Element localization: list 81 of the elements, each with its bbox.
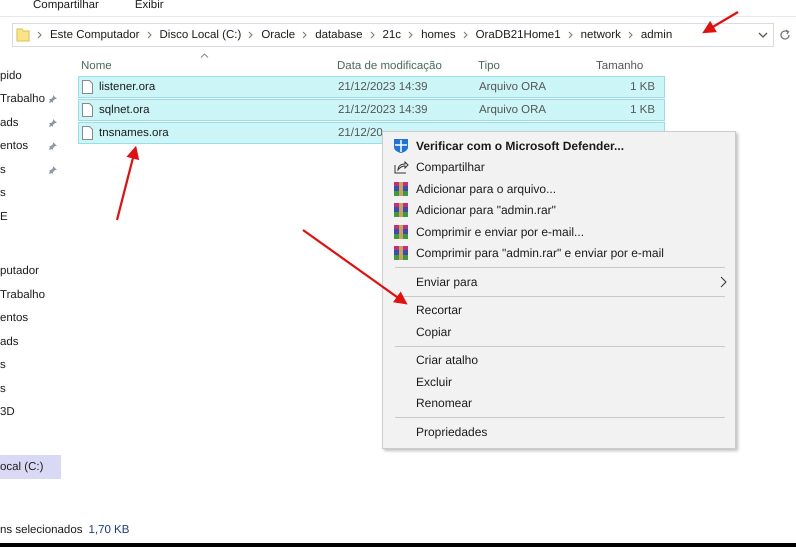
sort-caret-icon — [200, 53, 209, 58]
nav-item[interactable]: ads — [0, 111, 61, 134]
refresh-icon[interactable] — [778, 28, 792, 42]
share-icon — [393, 159, 409, 176]
chevron-icon — [628, 31, 634, 39]
menu-item[interactable]: Copiar — [386, 321, 725, 342]
breadcrumb[interactable]: database — [315, 29, 363, 41]
chevron-icon — [408, 31, 414, 39]
address-bar[interactable]: Este Computador Disco Local (C:) Oracle database 21c homes OraDB21Home1 network admin — [12, 23, 774, 47]
menu-item[interactable]: Adicionar para "admin.rar" — [386, 200, 725, 221]
archive-icon — [393, 245, 409, 262]
menu-item[interactable]: Compartilhar — [386, 156, 725, 178]
shield-icon — [393, 138, 409, 154]
nav-item[interactable]: s — [0, 182, 61, 205]
menu-tab[interactable]: Exibir — [134, 0, 164, 11]
breadcrumb[interactable]: Este Computador — [50, 29, 140, 41]
menu-item[interactable]: Propriedades — [386, 421, 725, 442]
file-row[interactable]: sqlnet.ora 21/12/2023 14:39 Arquivo ORA 1 KB — [78, 99, 665, 121]
file-row[interactable]: listener.ora 21/12/2023 14:39 Arquivo ORA 1 KB — [78, 76, 665, 98]
arrow-annotation — [702, 11, 739, 34]
chevron-icon — [720, 276, 727, 288]
menu-item[interactable]: Enviar para — [386, 271, 725, 292]
chevron-icon — [146, 31, 152, 39]
breadcrumb[interactable]: 21c — [382, 29, 402, 41]
breadcrumb[interactable]: Disco Local (C:) — [160, 29, 242, 41]
chevron-icon — [462, 31, 469, 39]
menu-item[interactable]: Comprimir e enviar por e-mail... — [386, 221, 725, 242]
menu-item[interactable]: Renomear — [386, 392, 725, 414]
folder-icon — [16, 28, 30, 42]
nav-item[interactable]: putador — [0, 260, 61, 283]
size-cell: 1 KB — [630, 104, 655, 116]
file-name: sqlnet.ora — [99, 104, 150, 116]
breadcrumb[interactable]: Oracle — [261, 29, 296, 41]
column-header[interactable]: Tipo — [478, 60, 568, 72]
size-cell: 1 KB — [630, 81, 655, 93]
nav-item[interactable]: E — [0, 205, 61, 228]
menu-item[interactable]: Excluir — [386, 371, 725, 392]
date-cell: 21/12/2023 14:39 — [338, 81, 428, 93]
chevron-icon — [568, 31, 574, 39]
chevron-icon — [248, 31, 254, 39]
nav-item[interactable]: 3D — [0, 400, 61, 424]
status-text: ns selecionados — [0, 524, 82, 536]
nav-item[interactable]: s — [0, 377, 61, 400]
nav-item[interactable]: s — [0, 354, 61, 377]
dropdown-icon[interactable] — [758, 31, 768, 39]
file-icon — [82, 80, 93, 94]
menu-tab[interactable]: Compartilhar — [33, 0, 99, 11]
file-icon — [82, 103, 93, 117]
chevron-icon — [302, 31, 308, 39]
breadcrumb[interactable]: admin — [640, 29, 672, 41]
breadcrumb[interactable]: homes — [421, 29, 456, 41]
file-name: tnsnames.ora — [99, 127, 169, 139]
menu-item[interactable]: Criar atalho — [386, 350, 725, 371]
archive-icon — [393, 202, 409, 218]
archive-icon — [393, 224, 409, 240]
chevron-icon — [370, 31, 376, 39]
column-header[interactable]: Tamanho — [568, 60, 654, 72]
column-header[interactable]: Data de modificação — [337, 60, 478, 72]
file-icon — [82, 126, 93, 140]
nav-item[interactable]: entos — [0, 306, 61, 330]
breadcrumb[interactable]: network — [580, 29, 621, 41]
column-header[interactable]: Nome — [78, 60, 337, 72]
archive-icon — [393, 180, 409, 197]
menu-item[interactable]: Recortar — [386, 300, 725, 321]
date-cell: 21/12/2023 14:39 — [338, 104, 428, 116]
type-cell: Arquivo ORA — [479, 81, 546, 93]
breadcrumb[interactable]: OraDB21Home1 — [476, 29, 561, 41]
nav-item[interactable]: pido — [0, 64, 61, 88]
nav-item[interactable]: ads — [0, 330, 61, 354]
type-cell: Arquivo ORA — [479, 104, 546, 116]
file-name: listener.ora — [99, 81, 156, 93]
nav-item[interactable]: entos — [0, 134, 61, 158]
status-size: 1,70 KB — [88, 524, 130, 536]
menu-item[interactable]: Adicionar para o arquivo... — [386, 178, 725, 200]
nav-item[interactable]: Trabalho — [0, 88, 61, 111]
chevron-icon — [37, 31, 43, 39]
nav-item[interactable]: ocal (C:) — [0, 455, 61, 478]
date-cell: 21/12/20 — [338, 127, 383, 139]
nav-item[interactable]: s — [0, 158, 61, 182]
nav-item[interactable]: Trabalho — [0, 283, 61, 306]
menu-item[interactable]: Comprimir para "admin.rar" e enviar por e-mail — [386, 242, 725, 264]
